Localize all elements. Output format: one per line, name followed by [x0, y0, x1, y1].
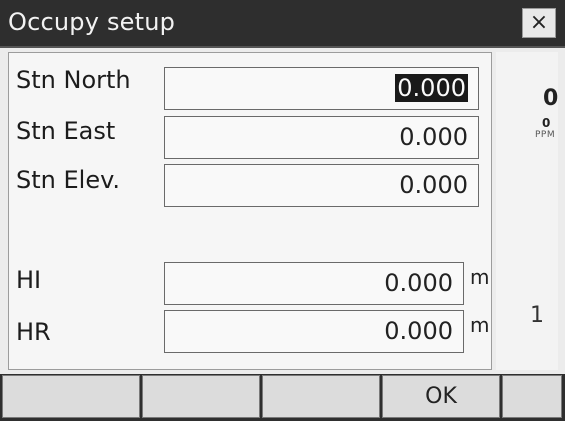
- title-bar: Occupy setup ×: [0, 0, 565, 48]
- hi-unit: m: [470, 265, 490, 289]
- stn-elev-value: 0.000: [399, 171, 468, 199]
- softkey-3[interactable]: [262, 375, 380, 418]
- stn-north-field[interactable]: 0.000: [164, 67, 479, 110]
- stn-elev-label: Stn Elev.: [16, 166, 121, 194]
- softkey-2[interactable]: [142, 375, 260, 418]
- softkey-1[interactable]: [2, 375, 140, 418]
- hi-field[interactable]: 0.000: [164, 262, 464, 305]
- ok-button[interactable]: OK: [382, 375, 500, 418]
- window-title: Occupy setup: [8, 8, 176, 36]
- ppm-value: 0: [543, 86, 559, 111]
- hr-unit: m: [470, 313, 490, 337]
- hr-value: 0.000: [384, 317, 453, 345]
- input-mode-number: 1: [530, 303, 544, 328]
- close-button[interactable]: ×: [522, 8, 556, 38]
- softkey-5[interactable]: [502, 375, 562, 418]
- stn-elev-field[interactable]: 0.000: [164, 164, 479, 207]
- stn-north-label: Stn North: [16, 66, 131, 94]
- stn-east-value: 0.000: [399, 123, 468, 151]
- ppm-small-value: 0: [542, 116, 551, 130]
- hr-field[interactable]: 0.000: [164, 310, 464, 353]
- ppm-unit-label: PPM: [535, 130, 556, 140]
- stn-east-field[interactable]: 0.000: [164, 116, 479, 159]
- hi-value: 0.000: [384, 269, 453, 297]
- hr-label: HR: [16, 318, 51, 346]
- stn-north-value: 0.000: [395, 74, 468, 102]
- screen: Occupy setup × Stn North 0.000 Stn East …: [0, 0, 565, 421]
- hi-label: HI: [16, 266, 42, 294]
- stn-east-label: Stn East: [16, 117, 116, 145]
